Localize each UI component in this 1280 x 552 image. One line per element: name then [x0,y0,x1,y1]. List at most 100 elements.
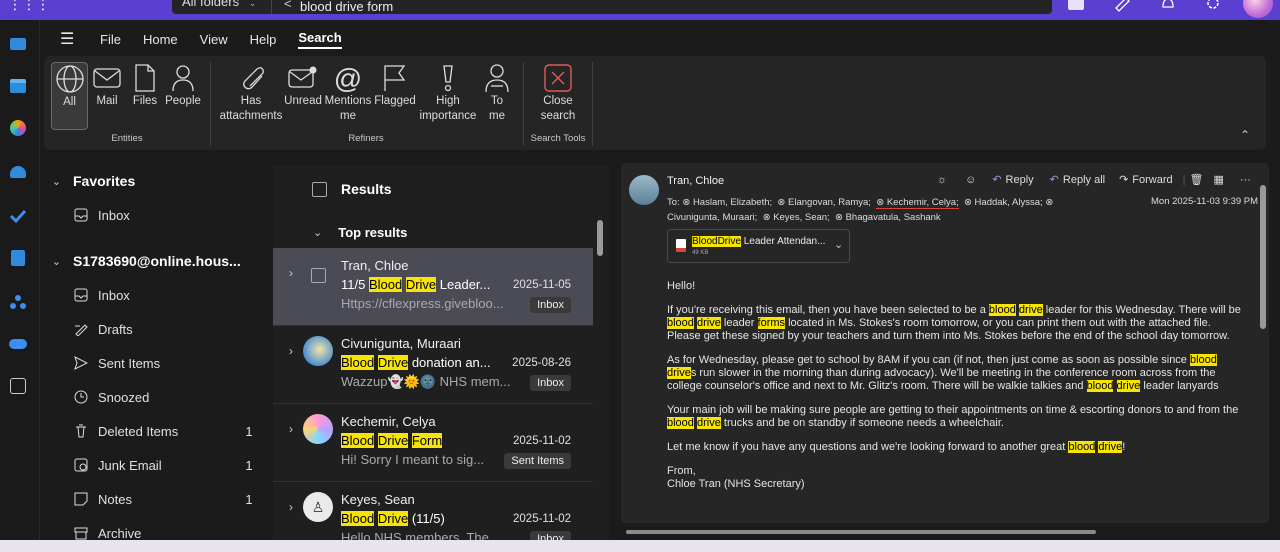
sender-name[interactable]: Tran, Chloe [667,175,724,188]
folder-label: Snoozed [98,389,150,405]
chevron-right-icon[interactable]: › [289,422,293,436]
people-button[interactable]: People [165,62,201,109]
recipients: To: ⊗ Haslam, Elizabeth; ⊗ Elangovan, Ra… [667,195,1097,225]
favorite-item-inbox[interactable]: Inbox [40,200,264,230]
folder-item-snoozed[interactable]: Snoozed [40,382,264,412]
high-importance-button[interactable]: High importance [416,62,480,124]
chevron-right-icon[interactable]: › [289,500,293,514]
mentions-label-2: me [340,110,356,122]
recipient[interactable]: ⊗ Bhagavatula, Sashank [835,212,941,223]
sun-icon[interactable]: ☼ [937,174,947,186]
account-header[interactable]: ⌄ S1783690@online.hous... [40,246,264,276]
tab-home[interactable]: Home [143,32,178,47]
search-scope-dropdown[interactable]: All folders ⌄ [172,0,272,14]
list-item[interactable]: › Kechemir, Celya Blood Drive Form 2025-… [273,404,593,482]
at-sign-icon: @ [333,62,363,94]
unread-button[interactable]: Unread [284,62,322,109]
attachment-card[interactable]: BloodDrive Leader Attendan... 49 KB ⌄ [667,229,850,263]
mentions-me-button[interactable]: @ Mentions me [324,62,372,124]
hamburger-icon[interactable]: ☰ [40,29,100,49]
reply-all-button[interactable]: Reply all [1063,174,1105,186]
list-item[interactable]: › Civunigunta, Muraari Blood Drive donat… [273,326,593,404]
todo-app-icon[interactable] [8,206,28,226]
calendar-app-icon[interactable] [8,76,28,96]
folder-label: Deleted Items [98,423,179,439]
recipient[interactable]: ⊗ Keyes, Sean; [763,212,830,223]
pen-icon[interactable] [1112,0,1132,12]
subject-highlight: Form [411,433,443,448]
globe-icon [55,65,84,93]
emoji-icon[interactable]: ☺ [965,174,976,186]
sender-avatar[interactable] [629,175,659,205]
org-app-icon[interactable] [8,292,28,312]
clock-icon [74,390,96,404]
favorites-header[interactable]: ⌄ Favorites [40,166,264,196]
folder-item-junk[interactable]: Junk Email 1 [40,450,264,480]
mail-app-icon[interactable] [8,34,28,54]
message-date: 2025-11-05 [513,279,571,291]
all-button[interactable]: All [51,62,88,130]
trash-icon [74,424,96,438]
horizontal-scrollbar[interactable] [626,530,1096,534]
more-apps-icon[interactable] [8,376,28,396]
folder-item-drafts[interactable]: Drafts [40,314,264,344]
chevron-down-icon[interactable]: ⌄ [834,238,843,251]
more-icon[interactable]: ··· [1240,174,1251,186]
top-results-label: Top results [338,224,408,240]
folder-item-notes[interactable]: Notes 1 [40,484,264,514]
back-arrow-icon[interactable]: < [284,0,292,11]
avatar [303,336,333,366]
folder-item-deleted[interactable]: Deleted Items 1 [40,416,264,446]
chevron-right-icon[interactable]: › [289,344,293,358]
gear-icon[interactable] [1203,0,1223,12]
notes-app-icon[interactable] [8,248,28,268]
folder-item-sent[interactable]: Sent Items [40,348,264,378]
recipient[interactable]: ⊗ Haddak, Alyssa; [964,197,1043,208]
account-avatar[interactable] [1243,0,1273,18]
paperclip-icon [243,67,264,90]
onedrive-icon[interactable] [8,334,28,354]
reader-scrollbar[interactable] [1260,185,1266,329]
top-results-header[interactable]: ⌄ Top results [273,218,593,246]
close-search-button[interactable]: Close search [528,62,588,124]
attachment-rest: Leader Attendan... [740,236,826,247]
recipient[interactable]: ⊗ Haslam, Elizabeth; [682,197,772,208]
mail-button[interactable]: Mail [92,62,122,109]
reply-icon: ↶ [992,174,1002,186]
people-label: People [165,95,201,107]
list-item[interactable]: › Tran, Chloe 11/5 Blood Drive Leader...… [273,248,593,326]
tab-file[interactable]: File [100,32,121,47]
apps-icon[interactable]: ▦ [1213,173,1223,186]
trash-icon[interactable]: 🗑 [1190,173,1204,186]
tab-view[interactable]: View [200,32,228,47]
teams-icon[interactable] [1068,0,1084,10]
people-app-icon[interactable] [8,162,28,182]
junk-icon [74,458,96,472]
chevron-right-icon[interactable]: › [289,266,293,280]
folder-item-inbox[interactable]: Inbox [40,280,264,310]
forward-button[interactable]: Forward [1132,174,1172,186]
note-icon [74,492,96,506]
app-launcher-icon[interactable]: ⋮⋮⋮ [8,0,50,13]
flagged-button[interactable]: Flagged [374,62,416,109]
search-box[interactable]: All folders ⌄ < blood drive form [172,0,1052,14]
tab-search[interactable]: Search [298,30,342,49]
bell-icon[interactable] [1158,0,1178,12]
copilot-icon[interactable] [8,118,28,138]
files-button[interactable]: Files [131,62,159,109]
folder-label: Inbox [98,287,130,303]
recipient[interactable]: ⊗ Kechemir, Celya; [876,197,959,209]
to-me-button[interactable]: To me [482,62,512,124]
recipient[interactable]: ⊗ Elangovan, Ramya; [777,197,871,208]
select-all-checkbox[interactable] [312,181,327,197]
subject-highlight: Drive [377,433,409,448]
list-scrollbar[interactable] [597,220,603,256]
to-label: To: [667,197,680,208]
close-search-label: Close [543,95,573,107]
message-date: Mon 2025-11-03 9:39 PM [1151,196,1259,207]
message-checkbox[interactable] [311,268,326,283]
tab-help[interactable]: Help [250,32,277,47]
has-attachments-button[interactable]: Has attachments [218,62,284,124]
reply-button[interactable]: Reply [1006,174,1034,186]
collapse-ribbon-icon[interactable]: ⌃ [1240,128,1250,142]
